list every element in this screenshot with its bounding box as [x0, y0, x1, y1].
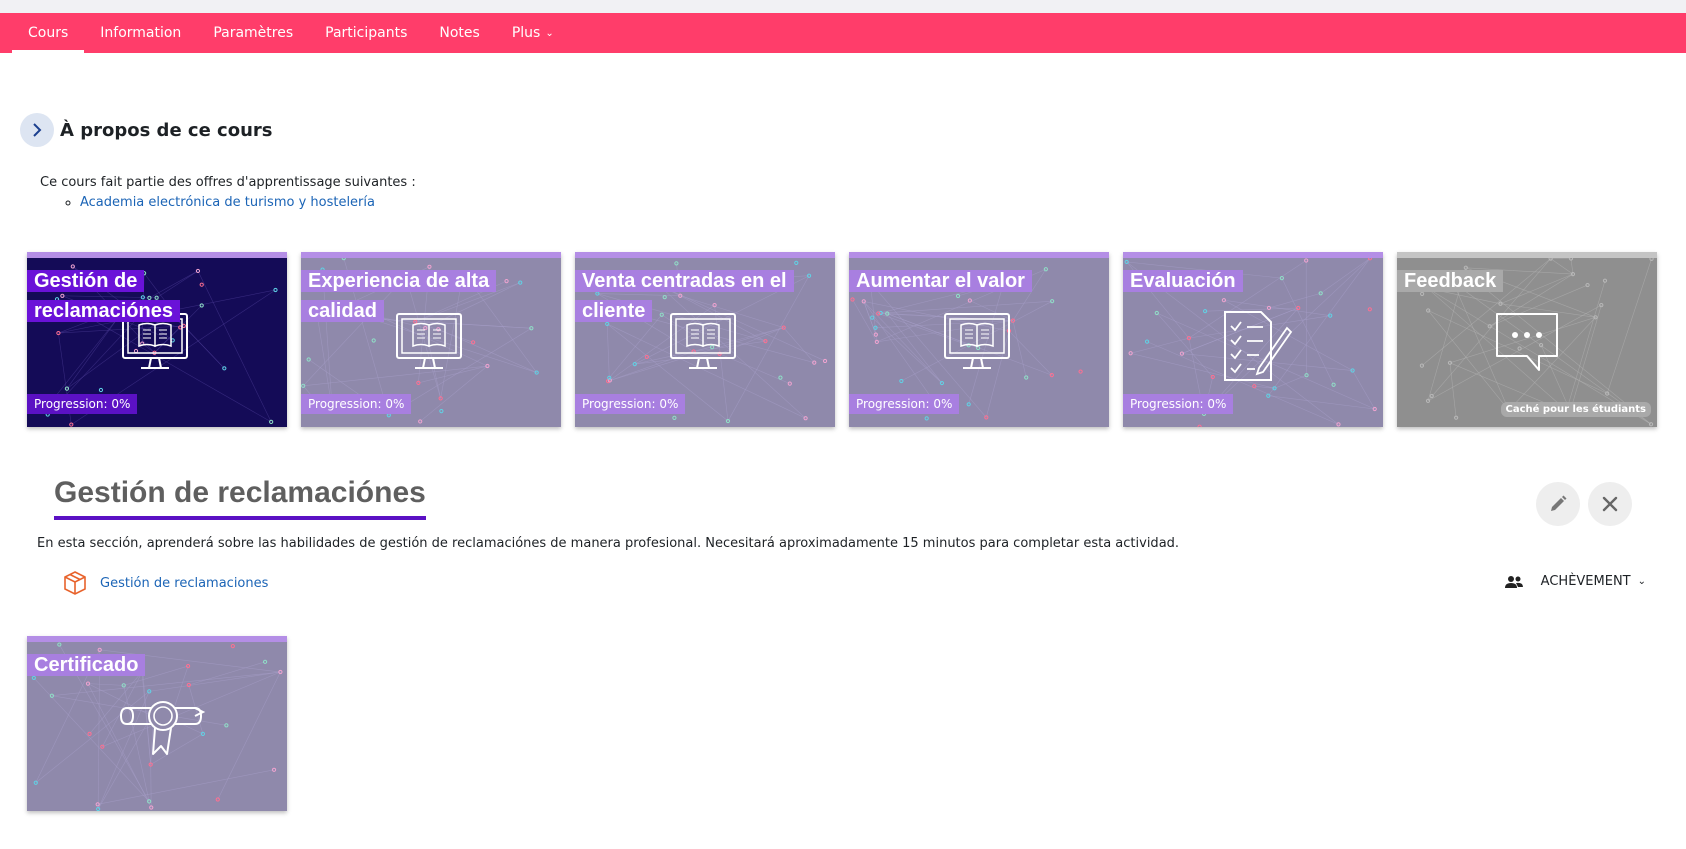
tile-title: Certificado	[27, 650, 152, 680]
completion-dropdown[interactable]: ACHÈVEMENT ⌄	[1541, 574, 1646, 589]
course-nav-bar: Cours Information Paramètres Participant…	[0, 13, 1686, 53]
chevron-down-icon: ⌄	[1637, 576, 1646, 587]
offers-list: Academia electrónica de turismo y hostel…	[40, 195, 416, 210]
package-icon	[64, 571, 86, 595]
tile-title: Feedback	[1397, 266, 1510, 296]
tab-label: Paramètres	[213, 25, 294, 41]
tile-progress: Progression: 0%	[301, 394, 412, 414]
offer-item: Academia electrónica de turismo y hostel…	[80, 195, 416, 210]
tab-label: Cours	[28, 25, 69, 41]
tab-plus[interactable]: Plus ⌄	[496, 13, 570, 53]
diploma-ribbon-icon	[117, 694, 207, 764]
tab-participants[interactable]: Participants	[309, 13, 423, 53]
offer-link[interactable]: Academia electrónica de turismo y hostel…	[80, 195, 375, 210]
tile-title: Evaluación	[1123, 266, 1250, 296]
tile-progress: Progression: 0%	[1123, 394, 1234, 414]
section-title: Gestión de reclamaciónes	[54, 476, 426, 520]
tile-title: Gestión de reclamaciónes	[27, 266, 276, 326]
section-tile-feedback[interactable]: Feedback Caché pour les étudiants	[1397, 252, 1657, 427]
learning-offers: Ce cours fait partie des offres d'appren…	[40, 175, 416, 210]
completion-controls: ACHÈVEMENT ⌄	[1504, 574, 1646, 589]
tab-label: Participants	[325, 25, 408, 41]
section-tile-gestion[interactable]: Gestión de reclamaciónes Progression: 0%	[27, 252, 287, 427]
edit-section-button[interactable]	[1536, 482, 1580, 526]
chevron-down-icon: ⌄	[545, 27, 554, 39]
hidden-from-students-badge: Caché pour les étudiants	[1500, 402, 1651, 417]
tab-label: Plus	[511, 25, 541, 41]
tile-progress: Progression: 0%	[27, 394, 138, 414]
chat-bubble-icon	[1487, 310, 1567, 380]
tab-label: Information	[100, 25, 182, 41]
section-tile-aumentar[interactable]: Aumentar el valor Progression: 0%	[849, 252, 1109, 427]
users-icon[interactable]	[1504, 575, 1523, 589]
browser-top-strip	[0, 0, 1686, 13]
checklist-pencil-icon	[1213, 310, 1293, 386]
section-tile-venta[interactable]: Venta centradas en el cliente Progressio…	[575, 252, 835, 427]
offers-intro: Ce cours fait partie des offres d'appren…	[40, 175, 416, 190]
activity-link[interactable]: Gestión de reclamaciones	[100, 576, 268, 591]
activity-row: Gestión de reclamaciones	[62, 570, 268, 596]
close-icon	[1602, 496, 1618, 512]
close-section-button[interactable]	[1588, 482, 1632, 526]
tab-cours[interactable]: Cours	[12, 13, 85, 53]
monitor-book-icon	[939, 310, 1019, 380]
tile-title: Venta centradas en el cliente	[575, 266, 824, 326]
tile-title: Aumentar el valor	[849, 266, 1039, 296]
section-description: En esta sección, aprenderá sobre las hab…	[37, 536, 1180, 551]
chevron-right-icon[interactable]	[20, 113, 54, 147]
tile-progress: Progression: 0%	[575, 394, 686, 414]
section-tile-evaluacion[interactable]: Evaluación Progression: 0%	[1123, 252, 1383, 427]
tab-label: Notes	[439, 25, 480, 41]
tab-information[interactable]: Information	[84, 13, 197, 53]
completion-label: ACHÈVEMENT	[1540, 574, 1631, 589]
section-tile-experiencia[interactable]: Experiencia de alta calidad Progression:…	[301, 252, 561, 427]
tile-progress: Progression: 0%	[849, 394, 960, 414]
section-tile-certificado[interactable]: Certificado	[27, 636, 287, 811]
about-course-header: À propos de ce cours	[20, 113, 273, 147]
tile-title: Experiencia de alta calidad	[301, 266, 550, 326]
about-course-title: À propos de ce cours	[60, 119, 273, 141]
tab-notes[interactable]: Notes	[423, 13, 495, 53]
pencil-icon	[1551, 495, 1567, 511]
tab-parametres[interactable]: Paramètres	[197, 13, 309, 53]
